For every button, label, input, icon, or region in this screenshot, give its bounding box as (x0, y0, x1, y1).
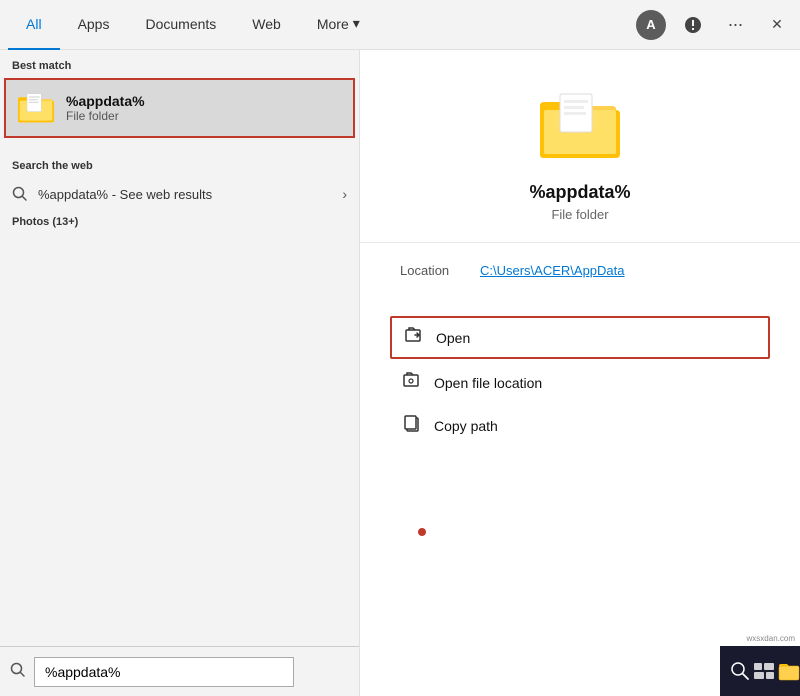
location-label: Location (400, 263, 480, 278)
chevron-down-icon (353, 15, 360, 32)
file-preview: %appdata% File folder (360, 50, 800, 243)
open-icon (404, 326, 424, 349)
copy-path-label: Copy path (434, 418, 498, 434)
open-button[interactable]: Open (390, 316, 770, 359)
right-panel: %appdata% File folder Location C:\Users\… (360, 50, 800, 696)
left-spacer (0, 234, 359, 646)
best-match-label: Best match (0, 50, 359, 78)
feedback-icon[interactable] (678, 10, 708, 40)
web-search-arrow-icon: › (342, 186, 347, 202)
web-search-text: %appdata% - See web results (38, 187, 342, 202)
location-value[interactable]: C:\Users\ACER\AppData (480, 263, 625, 278)
main-container: All Apps Documents Web More A ··· (0, 0, 800, 696)
open-label: Open (436, 330, 470, 346)
taskbar-file-explorer[interactable] (778, 651, 800, 691)
tab-all[interactable]: All (8, 0, 60, 50)
search-icon (10, 662, 26, 682)
top-nav: All Apps Documents Web More A ··· (0, 0, 800, 50)
open-file-location-label: Open file location (434, 375, 542, 391)
watermark: wxsxdan.com (744, 633, 798, 644)
close-icon[interactable]: ✕ (762, 10, 792, 40)
folder-icon (18, 90, 54, 126)
avatar[interactable]: A (636, 10, 666, 40)
tab-apps[interactable]: Apps (60, 0, 128, 50)
file-location-icon (402, 371, 422, 394)
photos-label: Photos (13+) (0, 210, 359, 234)
location-row: Location C:\Users\ACER\AppData (400, 263, 760, 278)
red-dot-indicator (418, 528, 426, 536)
taskbar-task-view[interactable] (754, 651, 774, 691)
web-search-label: Search the web (0, 150, 359, 178)
copy-icon (402, 414, 422, 437)
left-panel: Best match (0, 50, 360, 696)
search-bar (0, 646, 359, 696)
copy-path-button[interactable]: Copy path (390, 406, 770, 445)
taskbar-search[interactable] (730, 651, 750, 691)
search-small-icon (12, 186, 28, 202)
preview-name: %appdata% (529, 182, 630, 203)
best-match-subtitle: File folder (66, 109, 145, 123)
file-details: Location C:\Users\ACER\AppData (360, 243, 800, 306)
tab-web[interactable]: Web (234, 0, 299, 50)
web-search-item[interactable]: %appdata% - See web results › (0, 178, 359, 210)
folder-preview-icon (540, 90, 620, 170)
preview-type: File folder (551, 207, 608, 222)
taskbar (720, 646, 800, 696)
best-match-item[interactable]: %appdata% File folder (4, 78, 355, 138)
action-buttons: Open Open file location (360, 306, 800, 459)
best-match-text: %appdata% File folder (66, 93, 145, 123)
ellipsis-icon[interactable]: ··· (720, 10, 750, 40)
open-file-location-button[interactable]: Open file location (390, 363, 770, 402)
tab-documents[interactable]: Documents (127, 0, 234, 50)
tab-more[interactable]: More (299, 0, 378, 50)
best-match-title: %appdata% (66, 93, 145, 109)
content-area: Best match (0, 50, 800, 696)
search-input[interactable] (34, 657, 294, 687)
nav-right: A ··· ✕ (636, 10, 792, 40)
